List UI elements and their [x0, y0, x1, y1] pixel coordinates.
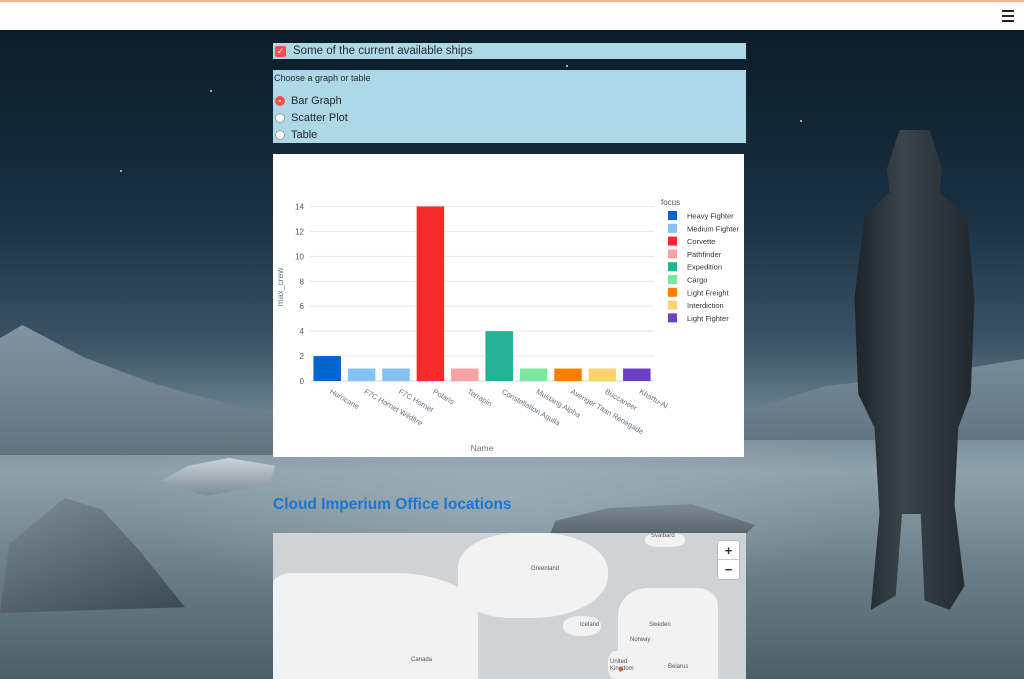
radio-label: Bar Graph [291, 95, 342, 107]
radio-label: Scatter Plot [291, 112, 348, 124]
legend-swatch [668, 262, 677, 272]
hamburger-menu-icon[interactable] [1002, 10, 1014, 22]
y-axis-title: max_crew [275, 267, 285, 307]
legend-swatch [668, 236, 677, 246]
bar [416, 206, 445, 381]
bar [554, 368, 582, 381]
legend-swatch [668, 275, 677, 284]
bar [623, 368, 651, 381]
legend-label: Light Fighter [687, 314, 729, 323]
bar [382, 368, 410, 381]
office-marker[interactable] [619, 667, 623, 671]
map-land-greenland [458, 533, 608, 618]
map-label: Norway [630, 637, 651, 643]
x-tick-label: Polaris [431, 387, 456, 406]
star [210, 90, 212, 92]
legend-label: Heavy Fighter [687, 212, 734, 221]
bar [519, 368, 548, 381]
legend-swatch [668, 211, 677, 220]
graph-selector-title: Choose a graph or table [274, 73, 371, 83]
star [566, 65, 568, 67]
legend-label: Expedition [687, 263, 722, 272]
map-label: Iceland [580, 622, 600, 628]
y-tick-label: 6 [300, 302, 305, 311]
zoom-out-button[interactable]: − [718, 560, 739, 579]
bar-chart-container: 0 2 4 6 8 10 12 14 Hurricane F7C Hornet Wildfire F… [273, 154, 744, 457]
radio-bar-graph[interactable]: Bar Graph [275, 95, 342, 107]
bar [451, 368, 479, 381]
y-tick-label: 4 [300, 327, 305, 336]
map-label: Svalbard [651, 533, 675, 539]
legend-title: focus [661, 198, 680, 207]
checkbox-checked-icon[interactable]: ✓ [275, 45, 286, 57]
y-tick-label: 0 [300, 377, 305, 386]
radio-label: Table [291, 129, 318, 141]
legend-label: Light Freight [687, 288, 730, 297]
x-tick-label: F7C Hornet Wildfire [363, 387, 425, 428]
x-tick-label: Terrapin [466, 387, 494, 408]
y-tick-label: 10 [295, 252, 304, 261]
radio-scatter-plot[interactable]: Scatter Plot [275, 112, 348, 124]
x-tick-label: Constellation Aquila [500, 387, 562, 428]
ships-checkbox-row[interactable]: ✓ Some of the current available ships [273, 43, 746, 59]
map-label: Belarus [668, 664, 689, 670]
star [800, 120, 802, 122]
bar [313, 356, 341, 381]
y-tick-label: 12 [295, 227, 304, 236]
bar [485, 331, 513, 381]
legend-swatch [668, 300, 677, 310]
background-spaceship [160, 458, 275, 496]
office-map[interactable]: Svalbard Greenland Iceland Sweden Norway… [273, 533, 746, 679]
x-tick-label: Khartu-Al [638, 387, 670, 411]
map-label: Greenland [531, 566, 560, 572]
bar [347, 368, 376, 381]
legend-swatch [668, 313, 677, 323]
map-label: Sweden [649, 622, 671, 628]
map-label: United Kingdom [610, 659, 634, 672]
y-tick-label: 14 [295, 202, 304, 211]
y-tick-label: 2 [300, 352, 305, 361]
legend-label: Pathfinder [687, 250, 722, 259]
checkbox-label: Some of the current available ships [293, 45, 473, 57]
mountain-left [0, 325, 280, 455]
legend-swatch [668, 249, 677, 259]
y-tick-label: 8 [300, 277, 305, 286]
map-zoom-control: + − [717, 540, 740, 580]
legend-swatch [668, 287, 677, 297]
bar-chart: 02468101214Hurricane F7C Hornet WildfireF… [275, 198, 740, 453]
map-label: Canada [411, 657, 433, 663]
graph-selector: Choose a graph or table Bar Graph Scatte… [273, 70, 746, 143]
section-title: Cloud Imperium Office locations [273, 496, 512, 513]
radio-table[interactable]: Table [275, 129, 317, 141]
map-land-canada [273, 573, 478, 679]
zoom-in-button[interactable]: + [718, 541, 739, 560]
x-tick-label: Hurricane [328, 387, 361, 411]
rock-left [0, 498, 185, 613]
legend-label: Interdiction [687, 301, 724, 310]
bar [588, 368, 617, 381]
legend-label: Corvette [687, 237, 715, 246]
astronaut-figure [854, 130, 975, 610]
radio-unselected-icon[interactable] [275, 113, 285, 123]
legend-swatch [668, 223, 677, 233]
legend-label: Medium Fighter [687, 224, 740, 233]
radio-selected-icon[interactable] [275, 96, 285, 106]
star [120, 170, 122, 172]
legend-label: Cargo [687, 276, 707, 285]
app-header [0, 0, 1024, 30]
radio-unselected-icon[interactable] [275, 130, 285, 140]
x-axis-title: Name [471, 443, 494, 453]
